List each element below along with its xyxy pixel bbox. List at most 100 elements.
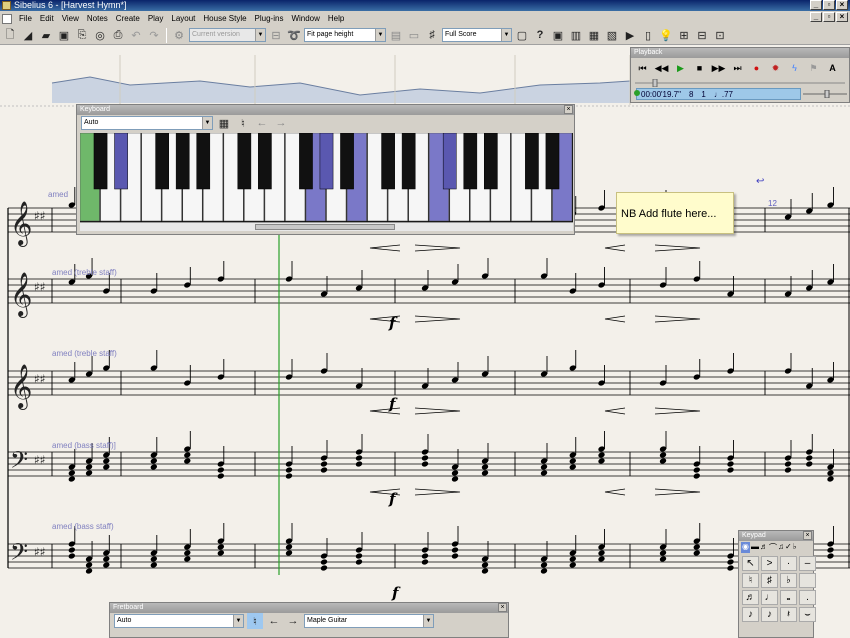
fretboard-mode-select[interactable]: Auto ▼ (114, 614, 244, 628)
keyboard-scrollbar[interactable] (80, 222, 573, 231)
record-icon[interactable]: ● (748, 61, 765, 75)
menu-plug-ins[interactable]: Plug-ins (251, 11, 288, 26)
print-icon[interactable]: ⎙ (110, 27, 126, 43)
keypad-rest-icon[interactable]: 𝄽 (780, 607, 797, 622)
keyboard-panel-icon[interactable]: ▦ (586, 27, 602, 43)
menu-file[interactable]: File (15, 11, 36, 26)
piano-keyboard[interactable] (80, 133, 573, 222)
open-file-icon[interactable]: ◢ (20, 27, 36, 43)
version-select[interactable]: Current version ▼ (189, 28, 266, 42)
panorama-icon[interactable]: ▭ (406, 27, 422, 43)
arrow-right-icon[interactable]: → (273, 115, 289, 131)
document-icon[interactable] (2, 13, 12, 24)
dynamic-forte[interactable]: f (389, 314, 395, 332)
help-icon[interactable]: ? (532, 27, 548, 43)
fretboard-instrument-select[interactable]: Maple Guitar ▼ (304, 614, 434, 628)
menu-edit[interactable]: Edit (36, 11, 58, 26)
dynamic-forte[interactable]: f (389, 490, 395, 508)
undo-icon[interactable]: ↶ (128, 27, 144, 43)
navigator-icon[interactable]: ▣ (550, 27, 566, 43)
live-tempo-icon[interactable]: ✹ (767, 61, 784, 75)
keypad-eighth-icon[interactable]: ♪ (742, 607, 759, 622)
doc-minimize-button[interactable]: _ (810, 12, 822, 22)
menu-window[interactable]: Window (287, 11, 323, 26)
keypad-eighth-alt-icon[interactable]: ♪ (761, 607, 778, 622)
maximize-button[interactable]: ▫ (823, 0, 835, 10)
keypad-sharp-icon[interactable]: ♯ (761, 573, 778, 588)
keypad-quarter-icon[interactable]: ♩ (761, 590, 778, 605)
ideas-icon[interactable]: ▯ (640, 27, 656, 43)
fast-forward-icon[interactable]: ▶▶ (710, 61, 727, 75)
menu-play[interactable]: Play (144, 11, 168, 26)
page-view-icon[interactable]: ▤ (388, 27, 404, 43)
espressivo-icon[interactable]: 𝐀 (824, 61, 841, 75)
record-cd-icon[interactable]: ◎ (92, 27, 108, 43)
stop-icon[interactable]: ■ (691, 61, 708, 75)
zoom-select[interactable]: Fit page height ▼ (304, 28, 386, 42)
dynamic-forte[interactable]: f (389, 395, 395, 413)
dynamic-forte[interactable]: f (392, 584, 398, 602)
keypad-natural-icon[interactable]: ♮ (742, 573, 759, 588)
lasso-icon[interactable]: ➰ (286, 27, 302, 43)
redo-icon[interactable]: ↷ (146, 27, 162, 43)
keypad-staccato-icon[interactable]: · (780, 556, 797, 571)
keyboard-mode-select[interactable]: Auto ▼ (81, 116, 213, 130)
keypad-accent-icon[interactable]: > (761, 556, 778, 571)
keypad-panel-icon[interactable]: ⊞ (676, 27, 692, 43)
note-input-icon[interactable]: ♮ (235, 115, 251, 131)
menu-create[interactable]: Create (112, 11, 144, 26)
doc-close-button[interactable]: × (836, 12, 848, 22)
mixer-icon[interactable]: ▧ (604, 27, 620, 43)
go-to-start-icon[interactable]: ⏮ (634, 61, 651, 75)
menu-house-style[interactable]: House Style (199, 11, 250, 26)
menu-view[interactable]: View (58, 11, 83, 26)
part-select[interactable]: Full Score ▼ (442, 28, 512, 42)
menu-notes[interactable]: Notes (83, 11, 112, 26)
close-icon[interactable]: × (803, 531, 812, 540)
keypad-cursor-icon[interactable]: ↖ (742, 556, 759, 571)
playback-icon[interactable]: ▶ (622, 27, 638, 43)
keypad-blank-icon[interactable] (799, 573, 816, 588)
save-icon[interactable]: ▣ (56, 27, 72, 43)
sticky-note[interactable]: NB Add flute here... (616, 192, 734, 234)
keypad-dot-icon[interactable]: . (799, 590, 816, 605)
playback-timeline[interactable] (635, 78, 845, 88)
minimize-button[interactable]: _ (810, 0, 822, 10)
menu-help[interactable]: Help (324, 11, 348, 26)
menu-layout[interactable]: Layout (167, 11, 199, 26)
keypad-tie-icon[interactable]: ⌣ (799, 607, 816, 622)
close-icon[interactable]: × (564, 105, 573, 114)
keypad-tab-common[interactable]: ◉ (741, 542, 750, 553)
play-icon[interactable]: ▶ (672, 61, 689, 75)
fretboard-panel-icon[interactable]: ⊟ (694, 27, 710, 43)
keypad-flat-icon[interactable]: ♭ (780, 573, 797, 588)
keyboard-scroll-thumb[interactable] (255, 224, 395, 230)
arrow-right-icon[interactable]: → (285, 613, 301, 629)
keypad-tenuto-icon[interactable]: – (799, 556, 816, 571)
version-compare-icon[interactable]: ⊟ (268, 27, 284, 43)
part-toggle-icon[interactable]: ▢ (514, 27, 530, 43)
keypad-tab-2[interactable]: ▬ (751, 542, 759, 553)
note-input-icon[interactable]: ♮ (247, 613, 263, 629)
close-icon[interactable]: × (498, 603, 507, 612)
arrow-left-icon[interactable]: ← (266, 613, 282, 629)
transpose-icon[interactable]: ♯ (424, 27, 440, 43)
rewind-icon[interactable]: ◀◀ (653, 61, 670, 75)
flexi-time-icon[interactable]: ϟ (786, 61, 803, 75)
keyboard-view-icon[interactable]: ▦ (216, 115, 232, 131)
lightbulb-icon[interactable]: 💡 (658, 27, 674, 43)
export-icon[interactable]: ⎘ (74, 27, 90, 43)
live-playback-icon[interactable]: ⚑ (805, 61, 822, 75)
tempo-slider[interactable] (803, 90, 847, 98)
keypad-tab-3[interactable]: ♬ (760, 542, 768, 553)
video-icon[interactable]: ⊡ (712, 27, 728, 43)
keypad-tab-7[interactable]: ♭ (793, 542, 797, 553)
versions-gear-icon[interactable]: ⚙ (171, 27, 187, 43)
close-button[interactable]: × (836, 0, 848, 10)
arrow-left-icon[interactable]: ← (254, 115, 270, 131)
properties-icon[interactable]: ▥ (568, 27, 584, 43)
open-folder-icon[interactable]: ▰ (38, 27, 54, 43)
keypad-whole-icon[interactable]: 𝅝 (780, 590, 797, 605)
keypad-tab-4[interactable]: ⌒ (769, 542, 777, 553)
keypad-tab-5[interactable]: ♫ (778, 542, 784, 553)
